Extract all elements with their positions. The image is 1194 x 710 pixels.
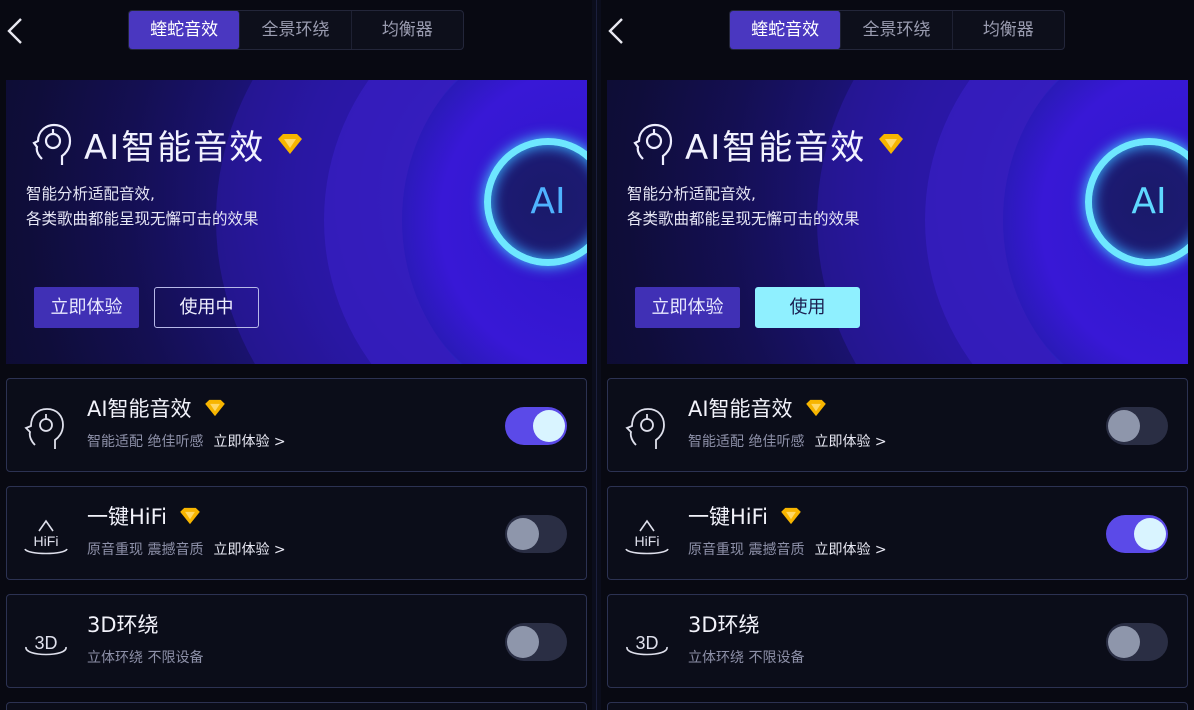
card-title: 3D环绕 — [87, 613, 159, 637]
3d-surround-toggle[interactable] — [1106, 623, 1168, 661]
in-use-button[interactable]: 使用中 — [154, 287, 259, 328]
next-card — [6, 702, 587, 710]
svg-text:3D: 3D — [635, 633, 658, 653]
ai-orb: AI — [484, 138, 587, 266]
card-title: 一键HiFi — [87, 501, 201, 531]
toggle-knob — [507, 518, 539, 550]
ai-head-icon — [625, 408, 665, 449]
vip-diamond-icon — [180, 507, 200, 525]
card-ai-sound[interactable]: AI智能音效 智能适配 绝佳听感 立即体验 > — [607, 378, 1188, 472]
toggle-knob — [1108, 626, 1140, 658]
panel-divider — [592, 0, 601, 710]
svg-text:HiFi: HiFi — [635, 533, 660, 549]
tab-panorama-surround[interactable]: 全景环绕 — [841, 11, 953, 49]
back-arrow-icon[interactable] — [605, 16, 627, 46]
vip-diamond-icon — [278, 134, 303, 154]
ai-sound-banner: AI AI智能音效 智能分析适配音效, 各类歌曲都能呈现无懈可击的效果 立即体验… — [6, 80, 587, 364]
card-ai-sound[interactable]: AI智能音效 智能适配 绝佳听感 立即体验 > — [6, 378, 587, 472]
use-button[interactable]: 使用 — [755, 287, 860, 328]
3d-icon: 3D — [25, 633, 67, 656]
tab-panorama-surround[interactable]: 全景环绕 — [240, 11, 352, 49]
banner-description: 智能分析适配音效, 各类歌曲都能呈现无懈可击的效果 — [26, 185, 259, 228]
card-subtitle: 立体环绕 不限设备 — [688, 650, 805, 666]
vip-diamond-icon — [879, 134, 904, 154]
banner-title-text: AI智能音效 — [685, 127, 867, 168]
tab-bar: 蝰蛇音效 全景环绕 均衡器 — [729, 10, 1065, 50]
ai-head-icon — [24, 408, 64, 449]
vip-diamond-icon — [805, 399, 826, 417]
toggle-knob — [507, 626, 539, 658]
3d-surround-toggle[interactable] — [505, 623, 567, 661]
tab-equalizer[interactable]: 均衡器 — [953, 11, 1064, 49]
try-now-link[interactable]: 立即体验 > — [814, 431, 886, 451]
banner-title: AI智能音效 — [32, 120, 303, 168]
banner-title-text: AI智能音效 — [84, 127, 266, 168]
tab-viper-sound[interactable]: 蝰蛇音效 — [730, 11, 842, 49]
banner-title: AI智能音效 — [633, 120, 904, 168]
ai-orb: AI — [1085, 138, 1188, 266]
toggle-knob — [1108, 410, 1140, 442]
ai-sound-toggle[interactable] — [505, 407, 567, 445]
card-subtitle: 原音重现 震撼音质 立即体验 > — [87, 539, 286, 559]
ai-orb-label: AI — [1131, 181, 1167, 222]
card-hifi[interactable]: HiFi 一键HiFi 原音重现 震撼音质 立即体验 > — [607, 486, 1188, 580]
vip-diamond-icon — [204, 399, 225, 417]
tab-bar: 蝰蛇音效 全景环绕 均衡器 — [128, 10, 464, 50]
try-now-link[interactable]: 立即体验 > — [213, 431, 285, 451]
card-title: 一键HiFi — [688, 501, 802, 531]
toggle-knob — [1134, 518, 1166, 550]
svg-text:HiFi: HiFi — [34, 533, 59, 549]
ai-head-icon — [633, 123, 673, 165]
left-panel: 蝰蛇音效 全景环绕 均衡器 AI AI智能音效 智能分析适配音效, 各类歌曲都能… — [0, 0, 592, 710]
3d-icon: 3D — [626, 633, 668, 656]
card-3d-surround[interactable]: 3D 3D环绕 立体环绕 不限设备 — [6, 594, 587, 688]
try-now-button[interactable]: 立即体验 — [34, 287, 139, 328]
card-title: AI智能音效 — [87, 393, 226, 423]
card-hifi[interactable]: HiFi 一键HiFi 原音重现 震撼音质 立即体验 > — [6, 486, 587, 580]
hifi-icon: HiFi — [625, 519, 669, 555]
card-title: AI智能音效 — [688, 393, 827, 423]
ai-orb-label: AI — [530, 181, 566, 222]
card-title: 3D环绕 — [688, 613, 760, 637]
vip-diamond-icon — [781, 507, 801, 525]
hifi-toggle[interactable] — [1106, 515, 1168, 553]
try-now-link[interactable]: 立即体验 > — [213, 539, 285, 559]
ai-sound-banner: AI AI智能音效 智能分析适配音效, 各类歌曲都能呈现无懈可击的效果 立即体验… — [607, 80, 1188, 364]
header: 蝰蛇音效 全景环绕 均衡器 — [0, 0, 592, 62]
card-3d-surround[interactable]: 3D 3D环绕 立体环绕 不限设备 — [607, 594, 1188, 688]
ai-head-icon — [32, 123, 72, 165]
card-subtitle: 原音重现 震撼音质 立即体验 > — [688, 539, 887, 559]
tab-viper-sound[interactable]: 蝰蛇音效 — [129, 11, 241, 49]
banner-description: 智能分析适配音效, 各类歌曲都能呈现无懈可击的效果 — [627, 185, 860, 228]
next-card — [607, 702, 1188, 710]
hifi-toggle[interactable] — [505, 515, 567, 553]
try-now-button[interactable]: 立即体验 — [635, 287, 740, 328]
card-subtitle: 智能适配 绝佳听感 立即体验 > — [87, 431, 286, 451]
svg-text:3D: 3D — [34, 633, 57, 653]
right-panel: 蝰蛇音效 全景环绕 均衡器 AI AI智能音效 智能分析适配音效, 各类歌曲都能… — [601, 0, 1194, 710]
back-arrow-icon[interactable] — [4, 16, 26, 46]
try-now-link[interactable]: 立即体验 > — [814, 539, 886, 559]
tab-equalizer[interactable]: 均衡器 — [352, 11, 463, 49]
card-subtitle: 智能适配 绝佳听感 立即体验 > — [688, 431, 887, 451]
toggle-knob — [533, 410, 565, 442]
ai-sound-toggle[interactable] — [1106, 407, 1168, 445]
header: 蝰蛇音效 全景环绕 均衡器 — [601, 0, 1194, 62]
card-subtitle: 立体环绕 不限设备 — [87, 650, 204, 666]
hifi-icon: HiFi — [24, 519, 68, 555]
